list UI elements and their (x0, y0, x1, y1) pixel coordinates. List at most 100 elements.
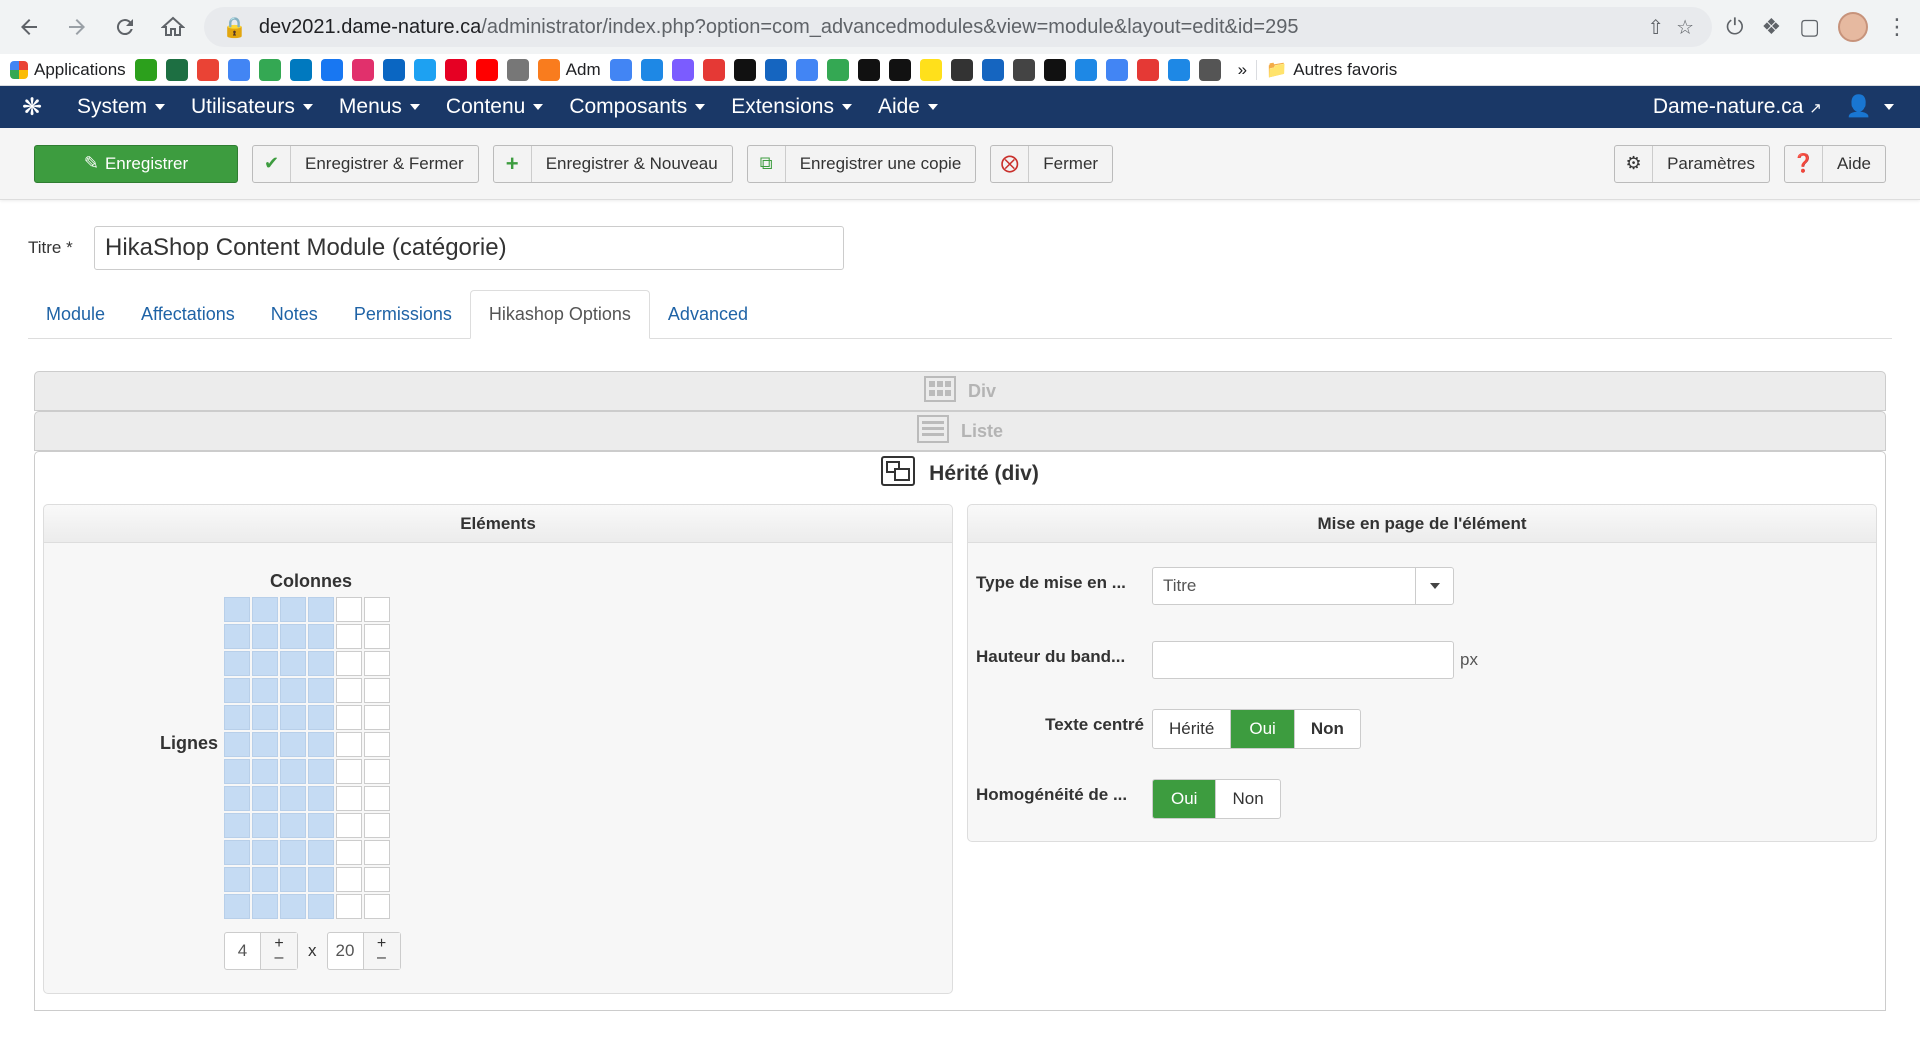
grid-cell[interactable] (336, 597, 362, 622)
grid-cell[interactable] (252, 867, 278, 892)
grid-cell[interactable] (364, 678, 390, 703)
homogeneity-yes-option[interactable]: Oui (1153, 780, 1217, 818)
bookmark-apps[interactable]: Applications (10, 60, 126, 80)
bookmarks-more-button[interactable]: » (1238, 60, 1247, 80)
grid-cell[interactable] (224, 813, 250, 838)
grid-cell[interactable] (224, 651, 250, 676)
menu-aide[interactable]: Aide (865, 95, 951, 119)
bookmark-item[interactable] (919, 58, 942, 81)
grid-cell[interactable] (252, 624, 278, 649)
grid-cell[interactable] (308, 813, 334, 838)
tab-hikashop-options[interactable]: Hikashop Options (469, 290, 650, 339)
grid-cell[interactable] (364, 894, 390, 919)
bookmark-item[interactable] (382, 58, 405, 81)
bookmark-item[interactable] (795, 58, 818, 81)
grid-cell[interactable] (252, 759, 278, 784)
grid-cell[interactable] (280, 732, 306, 757)
home-icon[interactable] (156, 10, 190, 44)
grid-cell[interactable] (280, 624, 306, 649)
forward-arrow-icon[interactable] (60, 10, 94, 44)
grid-cell[interactable] (224, 894, 250, 919)
bookmark-item[interactable] (1198, 58, 1221, 81)
grid-cell[interactable] (224, 678, 250, 703)
profile-avatar[interactable] (1838, 12, 1868, 42)
menu-composants[interactable]: Composants (556, 95, 718, 119)
grid-cell[interactable] (364, 651, 390, 676)
grid-cell[interactable] (336, 624, 362, 649)
extensions-puzzle-icon[interactable]: ❖ (1761, 14, 1781, 40)
banner-height-input[interactable] (1152, 641, 1454, 679)
close-button[interactable]: ⨂ Fermer (990, 144, 1114, 183)
tab-notes[interactable]: Notes (253, 290, 336, 338)
grid-cell[interactable] (336, 732, 362, 757)
grid-cell[interactable] (224, 705, 250, 730)
grid-cell[interactable] (252, 651, 278, 676)
grid-cell[interactable] (280, 678, 306, 703)
grid-cell[interactable] (364, 786, 390, 811)
grid-cell[interactable] (308, 759, 334, 784)
grid-cell[interactable] (280, 786, 306, 811)
centered-inherited-option[interactable]: Hérité (1153, 710, 1232, 748)
grid-cell[interactable] (364, 624, 390, 649)
bookmark-item[interactable] (444, 58, 467, 81)
grid-cell[interactable] (280, 894, 306, 919)
other-bookmarks-folder[interactable]: 📁 Autres favoris (1266, 60, 1397, 80)
bookmark-item[interactable] (227, 58, 250, 81)
grid-cell[interactable] (252, 840, 278, 865)
bookmark-item[interactable] (134, 58, 157, 81)
save-new-button[interactable]: + Enregistrer & Nouveau (492, 144, 733, 183)
back-arrow-icon[interactable] (12, 10, 46, 44)
user-menu[interactable]: 👤 (1846, 95, 1894, 119)
grid-cell[interactable] (280, 813, 306, 838)
options-button[interactable]: ⚙ Paramètres (1614, 144, 1770, 183)
joomla-logo-icon[interactable]: ❋ (0, 86, 64, 128)
star-icon[interactable]: ☆ (1676, 15, 1694, 40)
grid-cell[interactable] (364, 759, 390, 784)
grid-cell[interactable] (308, 840, 334, 865)
site-link[interactable]: Dame-nature.ca ↗ (1653, 95, 1822, 119)
grid-cell[interactable] (224, 759, 250, 784)
grid-cell[interactable] (252, 705, 278, 730)
bookmark-item[interactable] (351, 58, 374, 81)
grid-cell[interactable] (336, 840, 362, 865)
grid-cell[interactable] (364, 867, 390, 892)
grid-cell[interactable] (364, 705, 390, 730)
grid-cell[interactable] (252, 597, 278, 622)
bookmark-item[interactable] (196, 58, 219, 81)
layout-type-select[interactable]: Titre (1152, 567, 1454, 605)
grid-cell[interactable] (224, 732, 250, 757)
columns-value[interactable]: 4 (225, 933, 261, 969)
save-close-button[interactable]: ✔ Enregistrer & Fermer (252, 144, 479, 183)
grid-cell[interactable] (308, 786, 334, 811)
grid-cell[interactable] (308, 867, 334, 892)
grid-cell[interactable] (280, 867, 306, 892)
grid-cell[interactable] (280, 651, 306, 676)
grid-cell[interactable] (336, 651, 362, 676)
rows-stepper[interactable]: 20 + – (326, 932, 401, 970)
kebab-menu-icon[interactable]: ⋮ (1886, 14, 1908, 40)
reload-icon[interactable] (108, 10, 142, 44)
grid-cell[interactable] (280, 705, 306, 730)
bookmark-item[interactable] (1074, 58, 1097, 81)
bookmark-item[interactable] (320, 58, 343, 81)
bookmark-item[interactable] (950, 58, 973, 81)
grid-cell[interactable] (308, 597, 334, 622)
chevron-down-icon[interactable] (1415, 568, 1453, 604)
address-bar[interactable]: 🔒 dev2021.dame-nature.ca/administrator/i… (204, 7, 1713, 47)
elements-grid-picker[interactable] (224, 597, 390, 919)
menu-utilisateurs[interactable]: Utilisateurs (178, 95, 326, 119)
grid-cell[interactable] (308, 705, 334, 730)
bookmark-item[interactable] (413, 58, 436, 81)
grid-cell[interactable] (280, 759, 306, 784)
layout-inherited-header[interactable]: Hérité (div) (35, 452, 1885, 496)
menu-contenu[interactable]: Contenu (433, 95, 556, 119)
menu-extensions[interactable]: Extensions (718, 95, 865, 119)
grid-cell[interactable] (224, 624, 250, 649)
grid-cell[interactable] (364, 813, 390, 838)
save-copy-button[interactable]: ⧉ Enregistrer une copie (746, 144, 977, 183)
grid-cell[interactable] (224, 840, 250, 865)
sidebar-panel-icon[interactable]: ▢ (1799, 14, 1820, 40)
grid-cell[interactable] (336, 867, 362, 892)
bookmark-item[interactable] (1012, 58, 1035, 81)
minus-icon[interactable]: – (377, 950, 386, 966)
